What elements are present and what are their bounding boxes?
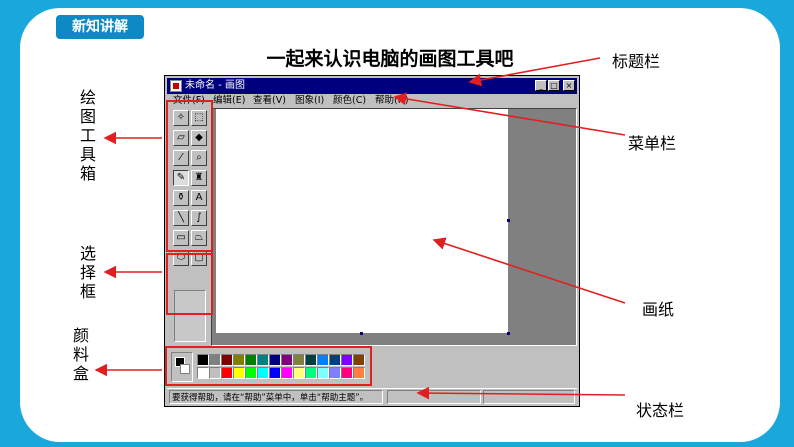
label-toolbox: 绘图工具箱	[79, 88, 96, 183]
arrow-title-bar	[468, 57, 601, 87]
label-option-box: 选择框	[79, 244, 96, 301]
label-palette: 颜料盒	[72, 326, 89, 383]
label-menu-bar: 菜单栏	[628, 134, 677, 153]
label-canvas: 画纸	[642, 300, 675, 319]
arrow-canvas	[432, 237, 626, 304]
arrow-menu-bar	[393, 92, 626, 136]
annotation-arrows	[94, 57, 626, 400]
label-status-bar: 状态栏	[636, 401, 685, 420]
label-title-bar: 标题栏	[612, 52, 661, 71]
arrow-status-bar	[416, 386, 626, 400]
